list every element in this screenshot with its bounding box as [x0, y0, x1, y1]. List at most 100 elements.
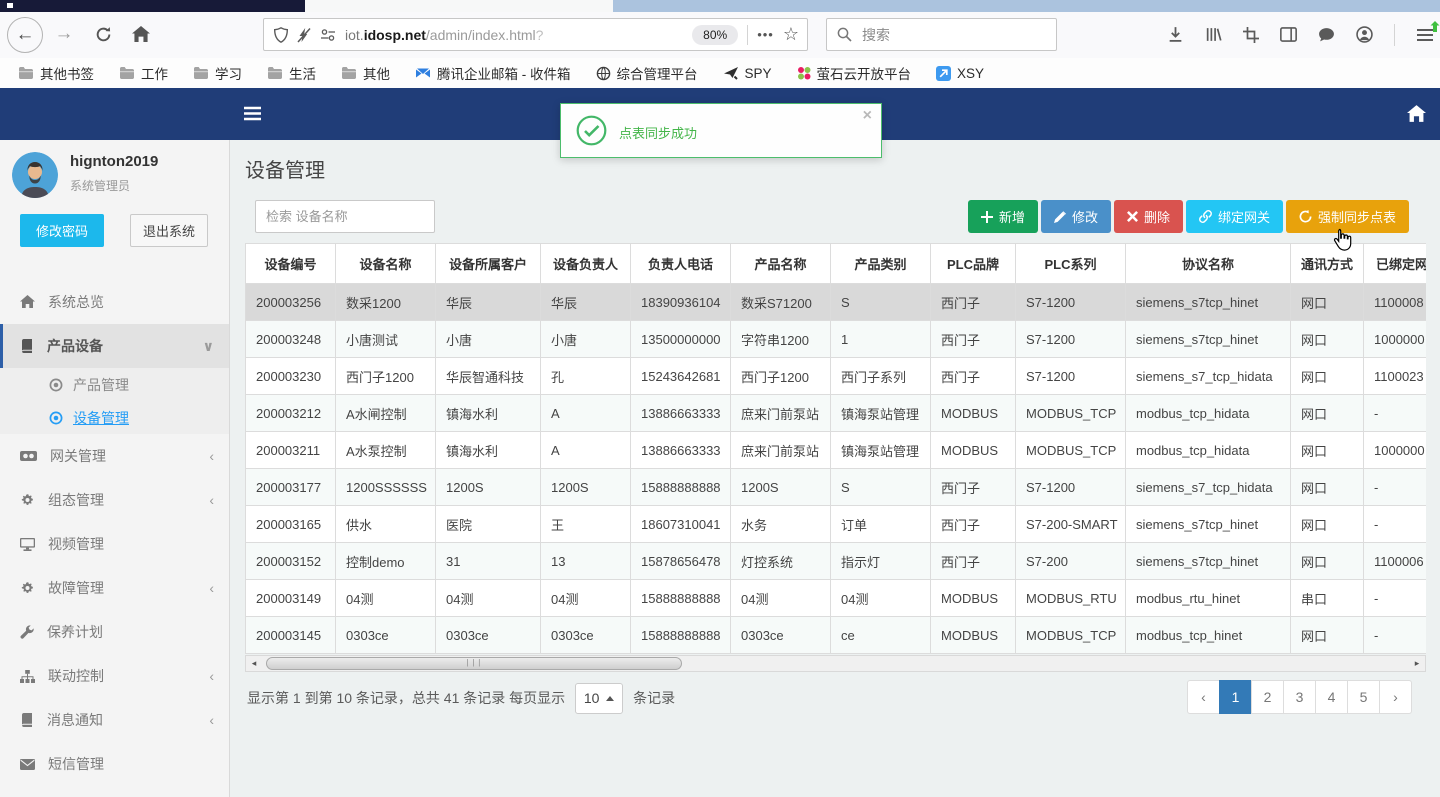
sidebar-toggle-icon[interactable] [1280, 27, 1297, 42]
table-cell[interactable]: 西门子 [930, 320, 1016, 358]
table-cell[interactable]: 13 [540, 542, 631, 580]
table-cell[interactable]: MODBUS [930, 431, 1016, 469]
table-cell[interactable]: 1200S [730, 468, 831, 506]
table-cell[interactable]: siemens_s7tcp_hinet [1125, 505, 1291, 543]
table-cell[interactable]: 水务 [730, 505, 831, 543]
table-cell[interactable]: 网口 [1290, 505, 1364, 543]
bookmark-item-9[interactable]: XSY [936, 65, 984, 81]
sidebar-collapse-icon[interactable] [243, 105, 262, 122]
table-cell[interactable]: 华辰 [435, 283, 541, 321]
table-cell[interactable]: 西门子 [930, 283, 1016, 321]
browser-search-input[interactable] [860, 25, 1024, 44]
table-cell[interactable]: 孔 [540, 357, 631, 395]
table-cell[interactable]: 灯控系统 [730, 542, 831, 580]
table-cell[interactable]: 指示灯 [830, 542, 931, 580]
table-cell[interactable]: 0303ce [335, 616, 436, 654]
bookmark-item-6[interactable]: 综合管理平台 [596, 63, 698, 83]
table-cell[interactable]: MODBUS_TCP [1015, 616, 1126, 654]
table-cell[interactable]: 庶来门前泵站 [730, 394, 831, 432]
table-cell[interactable]: 0303ce [540, 616, 631, 654]
table-cell[interactable]: modbus_tcp_hidata [1125, 431, 1291, 469]
table-cell[interactable]: modbus_tcp_hidata [1125, 394, 1291, 432]
table-cell[interactable]: 13886663333 [630, 394, 731, 432]
bookmark-item-5[interactable]: 腾讯企业邮箱 - 收件箱 [415, 63, 571, 83]
logout-button[interactable]: 退出系统 [130, 214, 208, 247]
screenshot-icon[interactable] [1243, 26, 1259, 43]
sidebar-item-0[interactable]: 系统总览 [0, 280, 229, 324]
page-actions-icon[interactable]: ••• [757, 27, 774, 42]
bookmark-item-7[interactable]: SPY [723, 66, 772, 81]
forward-button[interactable]: → [47, 17, 81, 51]
table-cell[interactable]: - [1363, 394, 1426, 432]
table-cell[interactable]: 西门子 [930, 468, 1016, 506]
sidebar-item-5[interactable]: 故障管理 ‹ [0, 566, 229, 610]
table-cell[interactable]: 小唐 [540, 320, 631, 358]
sidebar-item-1[interactable]: 产品设备 ∨ [0, 324, 229, 368]
sidebar-item-8[interactable]: 消息通知 ‹ [0, 698, 229, 742]
table-cell[interactable]: siemens_s7_tcp_hidata [1125, 468, 1291, 506]
sidebar-item-10[interactable]: 卡管理 [0, 786, 229, 797]
table-cell[interactable]: S7-200-SMART [1015, 505, 1126, 543]
sidebar-item-6[interactable]: 保养计划 [0, 610, 229, 654]
table-cell[interactable]: MODBUS_TCP [1015, 431, 1126, 469]
table-cell[interactable]: 15888888888 [630, 468, 731, 506]
table-cell[interactable]: A [540, 394, 631, 432]
table-cell[interactable]: 15888888888 [630, 616, 731, 654]
table-cell[interactable]: 31 [435, 542, 541, 580]
table-cell[interactable]: 1000000 [1363, 320, 1426, 358]
table-row-3[interactable]: 200003212 A水闸控制 镇海水利 A 13886663333 庶来门前泵站 镇海泵站… [245, 394, 1426, 432]
action-edit-button[interactable]: 修改 [1040, 200, 1111, 233]
table-cell[interactable]: 网口 [1290, 616, 1364, 654]
table-cell[interactable]: 西门子1200 [730, 357, 831, 395]
table-cell[interactable]: S7-1200 [1015, 283, 1126, 321]
table-cell[interactable]: 13886663333 [630, 431, 731, 469]
sidebar-subitem-1-1[interactable]: 设备管理 [0, 401, 229, 434]
table-cell[interactable]: MODBUS [930, 616, 1016, 654]
bookmark-star-icon[interactable]: ☆ [783, 24, 799, 45]
sidebar-item-9[interactable]: 短信管理 [0, 742, 229, 786]
table-cell[interactable]: 庶来门前泵站 [730, 431, 831, 469]
next-page-button[interactable]: › [1379, 680, 1412, 714]
table-cell[interactable]: MODBUS [930, 579, 1016, 617]
table-row-1[interactable]: 200003248 小唐测试 小唐 小唐 13500000000 字符串1200 1 西门子 S… [245, 320, 1426, 358]
table-cell[interactable]: 200003149 [245, 579, 336, 617]
table-cell[interactable]: siemens_s7tcp_hinet [1125, 320, 1291, 358]
table-cell[interactable]: 镇海水利 [435, 431, 541, 469]
bookmark-item-2[interactable]: 学习 [193, 63, 242, 83]
device-search-input[interactable] [255, 200, 435, 233]
table-cell[interactable]: S7-1200 [1015, 320, 1126, 358]
table-cell[interactable]: MODBUS [930, 394, 1016, 432]
toast-close-icon[interactable]: × [863, 107, 872, 125]
page-button-5[interactable]: 5 [1347, 680, 1380, 714]
table-row-9[interactable]: 200003145 0303ce 0303ce 0303ce 15888888888 03… [245, 616, 1426, 654]
table-cell[interactable]: 1100008 [1363, 283, 1426, 321]
table-cell[interactable]: 网口 [1290, 542, 1364, 580]
library-icon[interactable] [1205, 26, 1222, 43]
table-cell[interactable]: 04测 [830, 579, 931, 617]
table-row-6[interactable]: 200003165 供水 医院王 18607310041 水务 订单 西门子 S7-200-S… [245, 505, 1426, 543]
table-cell[interactable]: 数采S71200 [730, 283, 831, 321]
table-cell[interactable]: siemens_s7tcp_hinet [1125, 283, 1291, 321]
table-cell[interactable]: S [830, 283, 931, 321]
table-cell[interactable]: siemens_s7tcp_hinet [1125, 542, 1291, 580]
blocked-content-icon[interactable] [297, 27, 311, 43]
table-cell[interactable]: 数采1200 [335, 283, 436, 321]
table-cell[interactable]: 字符串1200 [730, 320, 831, 358]
table-cell[interactable]: 网口 [1290, 283, 1364, 321]
downloads-icon[interactable] [1167, 26, 1184, 43]
table-cell[interactable]: 供水 [335, 505, 436, 543]
table-cell[interactable]: 西门子 [930, 542, 1016, 580]
table-cell[interactable]: 1200SSSSSS [335, 468, 436, 506]
prev-page-button[interactable]: ‹ [1187, 680, 1220, 714]
table-cell[interactable]: 04测 [335, 579, 436, 617]
table-row-8[interactable]: 200003149 04测 04测 04测 15888888888 04测 04测 MODBU… [245, 579, 1426, 617]
table-cell[interactable]: 华辰智通科技 [435, 357, 541, 395]
table-cell[interactable]: 镇海水利 [435, 394, 541, 432]
table-cell[interactable]: 200003145 [245, 616, 336, 654]
table-cell[interactable]: 网口 [1290, 394, 1364, 432]
table-cell[interactable]: 200003248 [245, 320, 336, 358]
action-add-button[interactable]: 新增 [967, 200, 1038, 233]
table-cell[interactable]: 控制demo [335, 542, 436, 580]
table-cell[interactable]: 04测 [730, 579, 831, 617]
sidebar-subitem-1-0[interactable]: 产品管理 [0, 368, 229, 401]
